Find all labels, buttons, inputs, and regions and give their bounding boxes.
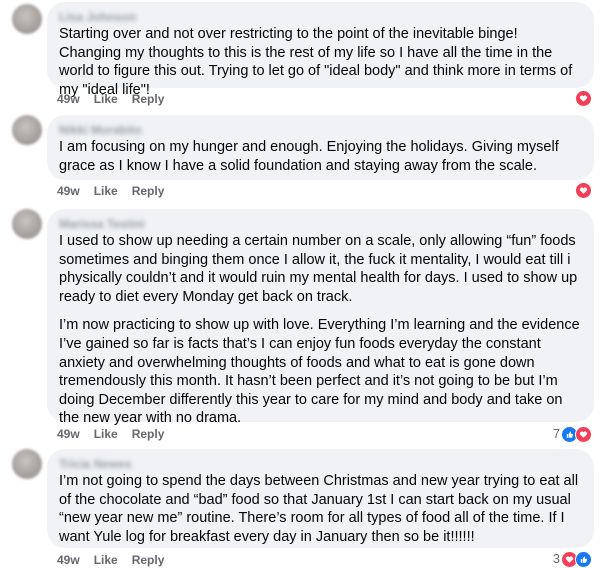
comment-timestamp[interactable]: 49w — [57, 92, 80, 106]
heart-reaction-icon — [575, 181, 592, 199]
comment-bubble: Nikki Morabito I am focusing on my hunge… — [47, 115, 594, 180]
comment-actions: 49w Like Reply — [57, 91, 164, 107]
comment-author[interactable]: Lisa Johnson — [59, 10, 582, 24]
reaction-summary[interactable] — [574, 181, 592, 199]
comment-bubble: Tricia Newes I’m not going to spend the … — [47, 449, 594, 548]
comment-actions: 49w Like Reply — [57, 183, 164, 199]
comment-actions: 49w Like Reply — [57, 426, 164, 442]
comment-bubble: Marissa Testini I used to show up needin… — [47, 209, 594, 426]
comment-text: I used to show up needing a certain numb… — [59, 233, 578, 305]
comment-author[interactable]: Tricia Newes — [59, 457, 582, 471]
avatar[interactable] — [12, 115, 42, 145]
comment-timestamp[interactable]: 49w — [57, 427, 80, 441]
comment-timestamp[interactable]: 49w — [57, 553, 80, 567]
like-button[interactable]: Like — [94, 553, 118, 567]
reply-button[interactable]: Reply — [132, 427, 165, 441]
heart-reaction-icon — [575, 89, 592, 107]
comment-text: I am focusing on my hunger and enough. E… — [59, 139, 559, 174]
comment-bubble: Lisa Johnson Starting over and not over … — [47, 2, 594, 98]
like-button[interactable]: Like — [94, 92, 118, 106]
comment-text: I’m not going to spend the days between … — [59, 473, 579, 545]
avatar[interactable] — [12, 449, 42, 479]
avatar[interactable] — [12, 4, 42, 34]
like-button[interactable]: Like — [94, 427, 118, 441]
reaction-summary[interactable]: 7 — [553, 425, 592, 443]
reply-button[interactable]: Reply — [132, 553, 165, 567]
like-reaction-icon — [575, 550, 592, 568]
comment-author[interactable]: Marissa Testini — [59, 217, 582, 231]
avatar[interactable] — [12, 209, 42, 239]
reaction-summary[interactable] — [574, 89, 592, 107]
reply-button[interactable]: Reply — [132, 92, 165, 106]
reaction-count: 7 — [553, 427, 560, 441]
reply-button[interactable]: Reply — [132, 184, 165, 198]
like-button[interactable]: Like — [94, 184, 118, 198]
reaction-summary[interactable]: 3 — [553, 550, 592, 568]
comment-text: I’m now practicing to show up with love.… — [59, 317, 580, 427]
comment-timestamp[interactable]: 49w — [57, 184, 80, 198]
heart-reaction-icon — [575, 425, 592, 443]
reaction-count: 3 — [553, 552, 560, 566]
comment-author[interactable]: Nikki Morabito — [59, 123, 582, 137]
comment-text: Starting over and not over restricting t… — [59, 26, 573, 98]
